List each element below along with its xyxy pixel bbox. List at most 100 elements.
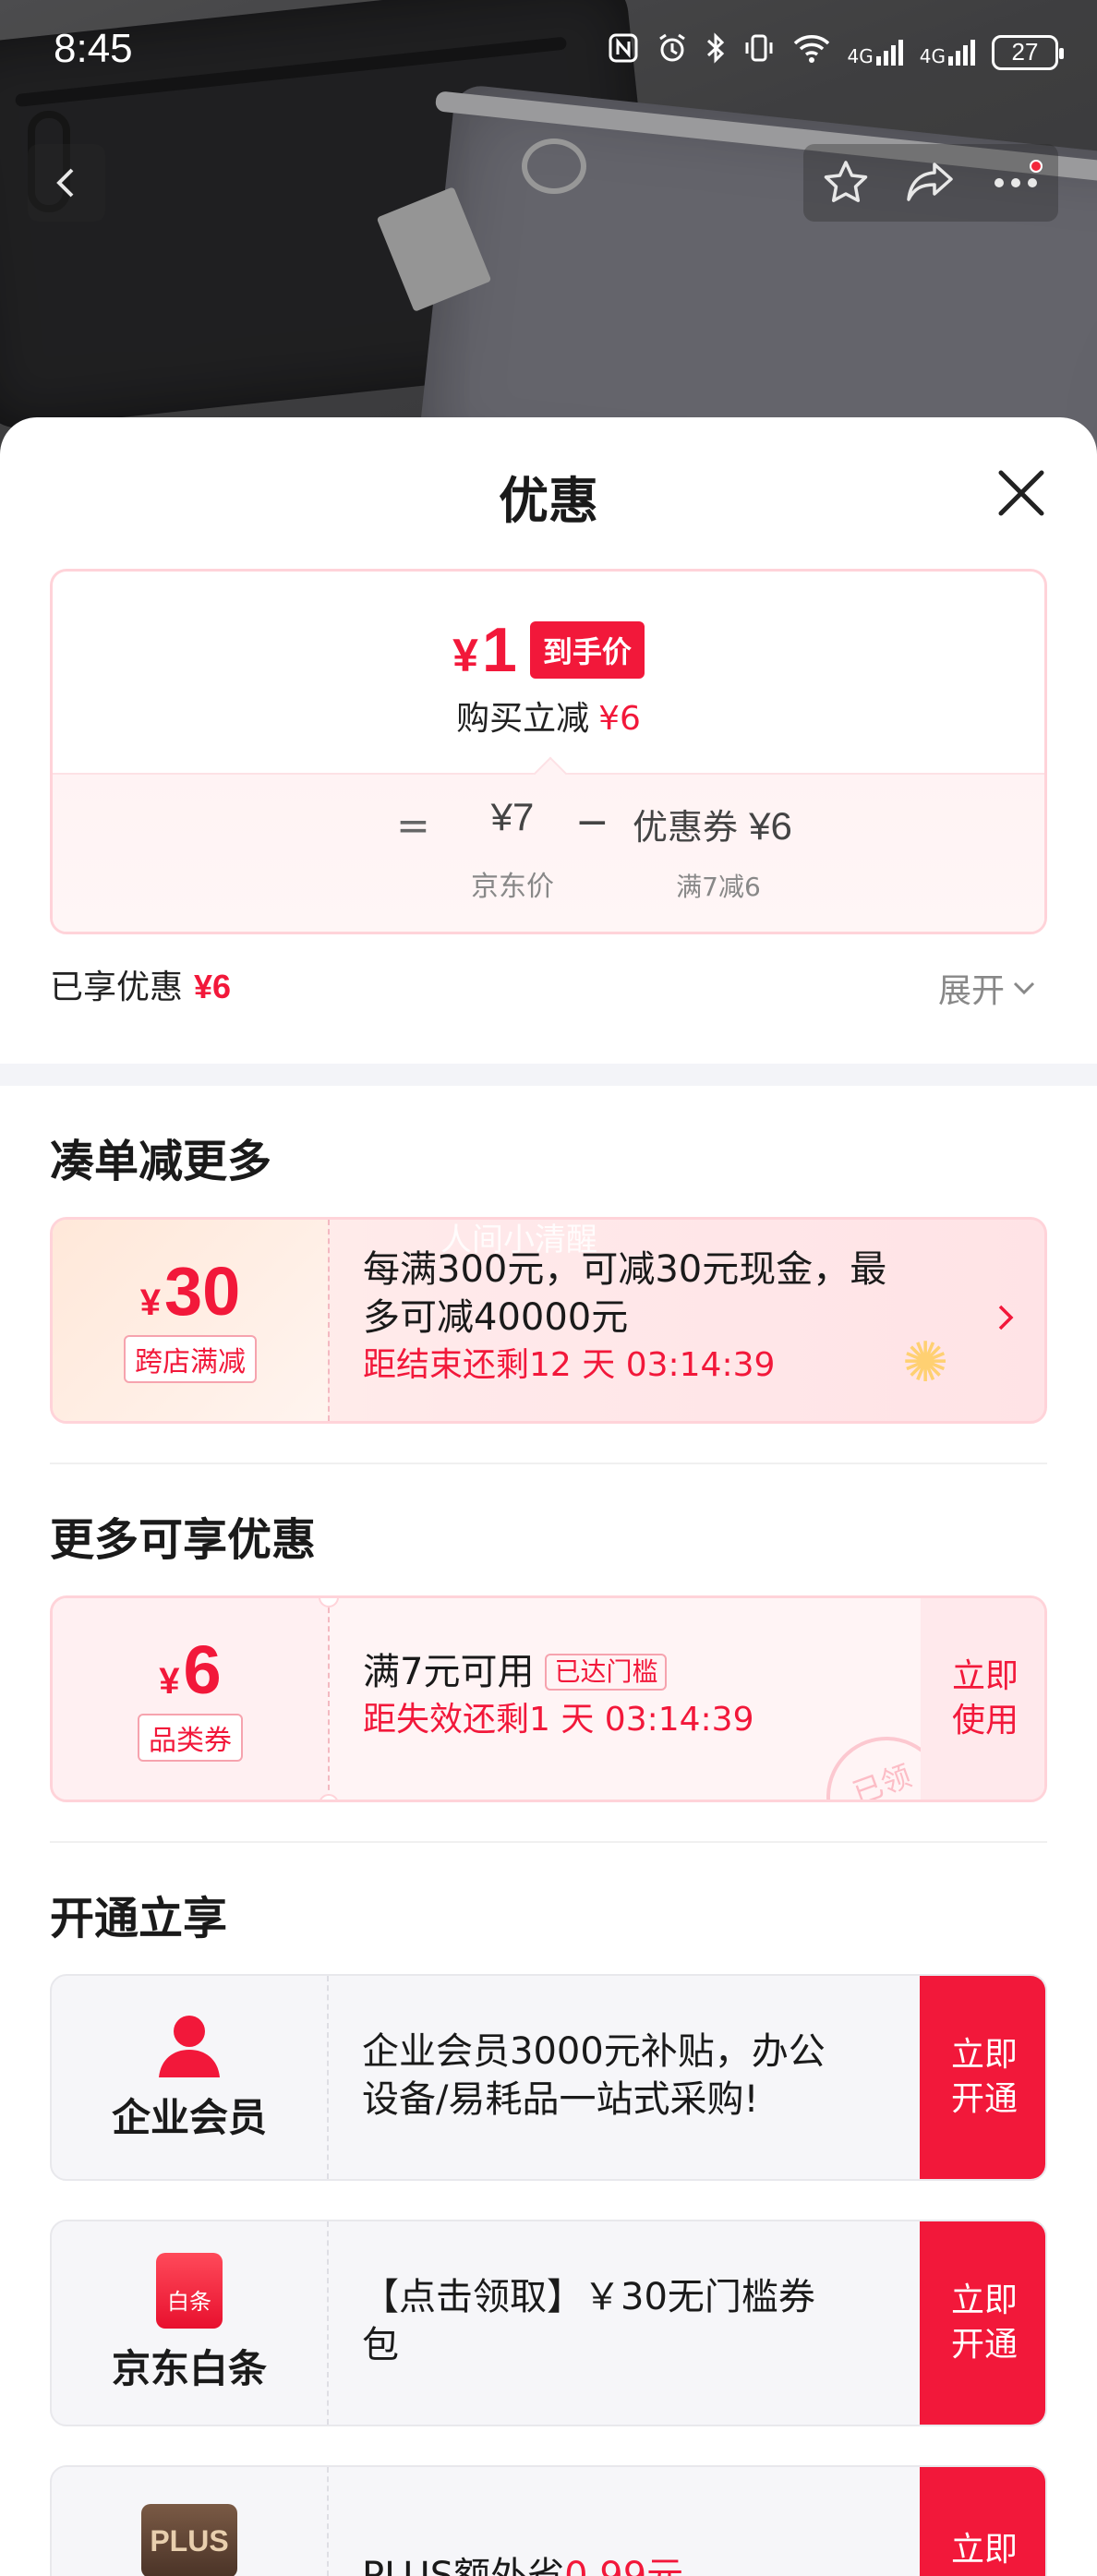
nfc-icon <box>608 32 639 72</box>
coupon-condition: 满7减6 <box>676 872 761 902</box>
battery-level: 27 <box>1011 38 1039 66</box>
enterprise-desc-line-1: 企业会员3000元补贴，办公 <box>362 2030 826 2073</box>
plus-brand: PLUS <box>52 2467 327 2576</box>
enjoyed-discount-label: 已享优惠 <box>50 969 184 1006</box>
category-coupon-description: 满7元可用 已达门槛 距失效还剩1 天 03:14:39 <box>363 1648 753 1744</box>
top-action-group <box>803 144 1058 222</box>
favorite-button[interactable] <box>814 150 878 215</box>
baitiao-icon: 白条 <box>156 2252 223 2329</box>
buy-discount-value: ¥6 <box>598 700 641 738</box>
back-button[interactable] <box>28 144 105 222</box>
status-bar: 8:45 4G 4G 27 <box>0 0 1097 107</box>
threshold-reached-tag: 已达门槛 <box>545 1654 668 1691</box>
enterprise-desc-line-2: 设备/易耗品一站式采购! <box>362 2078 759 2121</box>
card-separator <box>327 2221 329 2425</box>
network-type-2: 4G <box>919 44 946 67</box>
plus-member-card: PLUS PLUS额外省0.99元 立即 <box>50 2465 1047 2576</box>
enterprise-member-card: 企业会员 企业会员3000元补贴，办公 设备/易耗品一站式采购! 立即开通 <box>50 1974 1047 2181</box>
minus-sign: − <box>575 799 609 846</box>
enterprise-member-description: 企业会员3000元补贴，办公 设备/易耗品一站式采购! <box>362 2028 916 2124</box>
discount-sheet: 优惠 ¥1 到手价 购买立减 ¥6 = ¥7 京东价 − 优惠券 ¥6 满7减6 … <box>0 417 1097 2576</box>
use-now-line-1: 立即 <box>951 1657 1019 1695</box>
section-title-membership: 开通立享 <box>50 1893 228 1944</box>
use-now-line-2: 使用 <box>951 1702 1019 1739</box>
chevron-left-icon <box>56 168 74 198</box>
cross-store-countdown: 距结束还剩12 天 03:14:39 <box>363 1346 776 1384</box>
more-dots-icon <box>995 178 1037 187</box>
coupon-deduction-label: 优惠券 <box>633 807 739 848</box>
expand-button[interactable]: 展开 <box>938 964 1036 1012</box>
open-line-2: 开通 <box>950 2326 1018 2364</box>
plus-desc-prefix: PLUS额外省 <box>362 2555 565 2576</box>
enjoyed-discount-value: ¥6 <box>194 968 232 1005</box>
price-summary-card: ¥1 到手价 购买立减 ¥6 = ¥7 京东价 − 优惠券 ¥6 满7减6 <box>50 569 1047 934</box>
card-separator <box>328 1220 330 1421</box>
use-now-button[interactable]: 立即 使用 <box>921 1598 1044 1800</box>
alarm-icon <box>656 31 689 73</box>
open-line-2: 开通 <box>950 2080 1018 2118</box>
cross-store-amount-area: ¥30 跨店满减 <box>53 1220 328 1421</box>
plus-icon: PLUS <box>141 2504 237 2576</box>
share-icon <box>907 163 953 201</box>
open-line-1: 立即 <box>950 2036 1018 2074</box>
category-coupon-amount-area: ¥6 品类券 <box>53 1598 328 1800</box>
close-icon <box>998 470 1044 516</box>
bluetooth-icon <box>705 31 726 73</box>
plus-desc-amount: 0.99元 <box>564 2555 684 2576</box>
enterprise-open-button[interactable]: 立即 开通 <box>920 1976 1045 2179</box>
cross-store-currency: ¥ <box>139 1282 161 1323</box>
chevron-right-icon <box>998 1305 1014 1330</box>
network-type-1: 4G <box>847 44 874 67</box>
section-divider <box>0 1064 1097 1086</box>
cross-store-tag: 跨店满减 <box>124 1335 257 1383</box>
ticket-notch-bottom <box>319 1794 339 1800</box>
jd-baitiao-description: 【点击领取】￥30无门槛券 包 <box>362 2273 916 2369</box>
share-button[interactable] <box>898 150 963 215</box>
open-line-1: 立即 <box>950 2281 1018 2319</box>
enterprise-member-brand: 企业会员 <box>52 1976 327 2179</box>
section-title-more-discounts: 更多可享优惠 <box>50 1514 317 1566</box>
enterprise-member-name: 企业会员 <box>111 2094 267 2140</box>
category-coupon-condition: 满7元可用 <box>363 1651 535 1693</box>
buy-discount-label: 购买立减 <box>456 700 590 738</box>
cross-store-description: 每满300元，可减30元现金，最 多可减40000元 距结束还剩12 天 03:… <box>363 1246 886 1390</box>
jd-price: ¥7 <box>490 795 535 838</box>
section-title-more-orders: 凑单减更多 <box>50 1136 272 1187</box>
status-icons: 4G 4G 27 <box>608 31 1064 73</box>
coupon-deduction: 优惠券 ¥6 <box>633 799 792 849</box>
plus-open-button[interactable]: 立即 <box>920 2467 1045 2576</box>
category-coupon-amount-value: 6 <box>183 1631 222 1708</box>
person-icon <box>159 2015 220 2077</box>
category-coupon-tag: 品类券 <box>138 1714 243 1762</box>
jd-price-label: 京东价 <box>471 871 554 903</box>
star-icon <box>824 161 868 202</box>
card-separator <box>327 2467 329 2576</box>
category-coupon-countdown: 距失效还剩1 天 03:14:39 <box>363 1701 754 1739</box>
status-time: 8:45 <box>54 26 133 71</box>
plus-description: PLUS额外省0.99元 <box>362 2552 916 2576</box>
baitiao-icon-text: 白条 <box>167 2288 211 2315</box>
category-coupon-currency: ¥ <box>159 1661 180 1702</box>
cross-store-desc-line-1: 每满300元，可减30元现金，最 <box>363 1248 887 1291</box>
battery-icon: 27 <box>992 34 1064 70</box>
cross-store-amount-value: 30 <box>163 1253 241 1330</box>
card-separator <box>328 1598 330 1800</box>
final-price-line: ¥1 到手价 <box>53 614 1044 686</box>
more-button[interactable] <box>983 150 1048 215</box>
divider-line <box>50 1841 1047 1843</box>
wifi-icon <box>792 32 831 72</box>
equals-sign: = <box>396 802 430 849</box>
cross-store-discount-card[interactable]: ¥30 跨店满减 人间小清醒 每满300元，可减30元现金，最 多可减40000… <box>50 1217 1047 1424</box>
cross-store-desc-line-2: 多可减40000元 <box>363 1296 629 1339</box>
expand-label: 展开 <box>938 972 1006 1010</box>
firework-decoration: ✺ <box>902 1330 949 1395</box>
final-price-area: ¥1 到手价 购买立减 ¥6 <box>53 572 1044 773</box>
coupon-deduction-value: ¥6 <box>749 804 792 848</box>
baitiao-open-button[interactable]: 立即 开通 <box>920 2221 1045 2425</box>
category-coupon-card: ¥6 品类券 满7元可用 已达门槛 距失效还剩1 天 03:14:39 已领 立即… <box>50 1595 1047 1802</box>
enjoyed-discount: 已享优惠 ¥6 <box>50 960 231 1008</box>
sheet-title: 优惠 <box>499 472 598 530</box>
close-button[interactable] <box>992 463 1051 523</box>
category-coupon-condition-line: 满7元可用 已达门槛 <box>363 1648 753 1696</box>
jd-baitiao-brand: 白条 京东白条 <box>52 2221 327 2425</box>
